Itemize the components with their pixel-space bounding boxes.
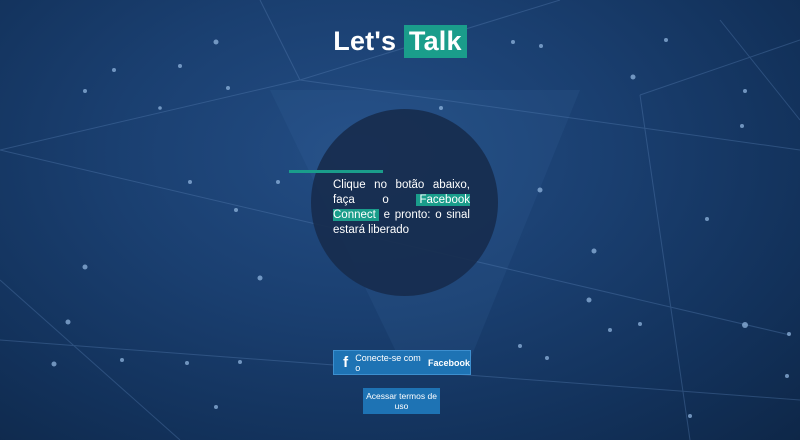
accent-line: [289, 170, 383, 173]
facebook-button-brand: Facebook: [427, 357, 470, 368]
facebook-button-label: Conecte-se com o: [355, 352, 421, 373]
facebook-connect-button[interactable]: f Conecte-se com o Facebook: [333, 350, 471, 375]
title-highlight: Talk: [403, 25, 467, 58]
terms-of-use-button[interactable]: Acessar termos de uso: [363, 388, 440, 414]
page-title: Let's Talk: [0, 25, 800, 58]
title-prefix: Let's: [333, 26, 397, 56]
terms-button-label: Acessar termos de uso: [366, 391, 437, 411]
facebook-icon: f: [343, 353, 349, 371]
intro-text: Clique no botão abaixo, faça o Facebook …: [333, 178, 470, 238]
